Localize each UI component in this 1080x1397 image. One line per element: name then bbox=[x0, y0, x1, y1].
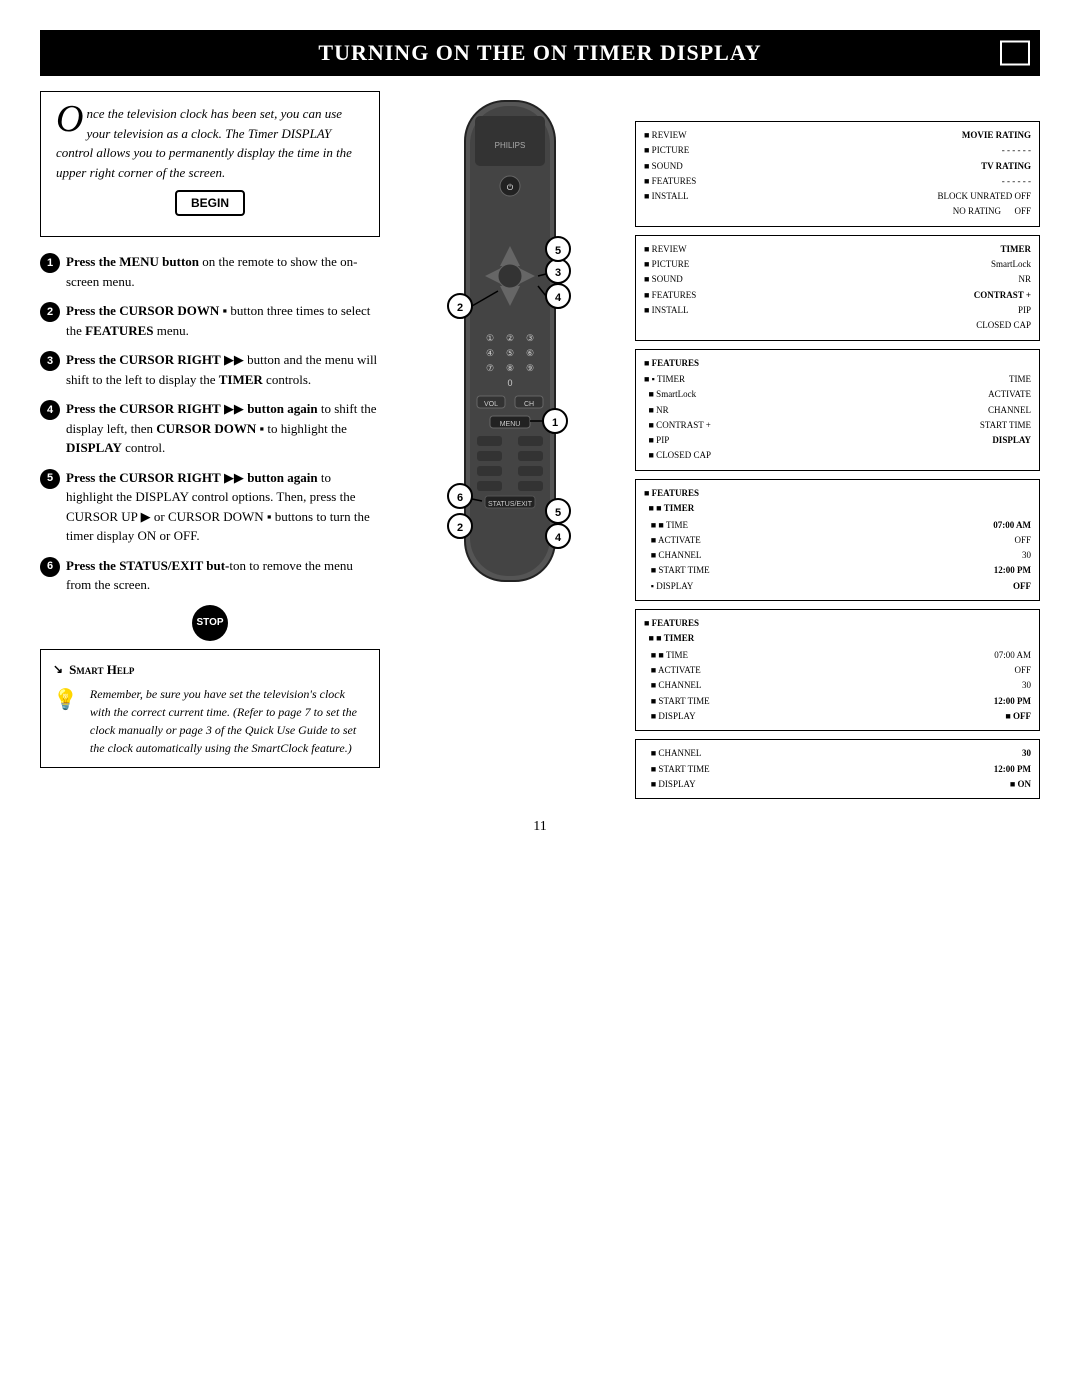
svg-text:0: 0 bbox=[507, 378, 512, 388]
svg-text:PHILIPS: PHILIPS bbox=[495, 141, 526, 150]
page: Turning On the On Timer Display O nce th… bbox=[0, 0, 1080, 1397]
drop-cap: O bbox=[56, 104, 83, 134]
remote-area: PHILIPS ⏻ ① ② bbox=[400, 91, 620, 799]
step-text-3: Press the CURSOR RIGHT ▶▶ button and the… bbox=[66, 350, 380, 389]
menu-screen-4: ■ FEATURES ■ ■ TIMER ■ ■ TIME07:00 AM ■ … bbox=[635, 479, 1040, 601]
step-text-4: Press the CURSOR RIGHT ▶▶ button again t… bbox=[66, 399, 380, 458]
menu-screen-6: ■ CHANNEL30 ■ START TIME12:00 PM ■ DISPL… bbox=[635, 739, 1040, 799]
svg-text:①: ① bbox=[486, 333, 494, 343]
step-1: 1 Press the MENU button on the remote to… bbox=[40, 252, 380, 291]
steps-area: 1 Press the MENU button on the remote to… bbox=[40, 252, 380, 641]
svg-text:⑥: ⑥ bbox=[526, 348, 534, 358]
step-4: 4 Press the CURSOR RIGHT ▶▶ button again… bbox=[40, 399, 380, 458]
svg-text:3: 3 bbox=[555, 267, 561, 279]
lightbulb-icon: 💡 bbox=[53, 685, 78, 715]
smart-help-title: ↘ Smart Help bbox=[53, 660, 367, 680]
step-text-6: Press the STATUS/EXIT but-ton to remove … bbox=[66, 556, 380, 595]
svg-text:5: 5 bbox=[555, 507, 561, 519]
menu-screen-2: ■ REVIEWTIMER ■ PICTURESmartLock ■ SOUND… bbox=[635, 235, 1040, 341]
smart-help-label: Smart Help bbox=[69, 660, 134, 680]
menu-screen-5: ■ FEATURES ■ ■ TIMER ■ ■ TIME07:00 AM ■ … bbox=[635, 609, 1040, 731]
svg-text:⑨: ⑨ bbox=[526, 363, 534, 373]
left-col: O nce the television clock has been set,… bbox=[40, 91, 380, 799]
svg-text:④: ④ bbox=[486, 348, 494, 358]
step-num-1: 1 bbox=[40, 253, 60, 273]
svg-text:1: 1 bbox=[552, 417, 558, 429]
arrow-icon: ↘ bbox=[53, 660, 63, 678]
intro-box: O nce the television clock has been set,… bbox=[40, 91, 380, 237]
step-text-1: Press the MENU button on the remote to s… bbox=[66, 252, 380, 291]
svg-text:⏻: ⏻ bbox=[507, 183, 514, 192]
right-area: PHILIPS ⏻ ① ② bbox=[400, 91, 1040, 799]
stop-badge: STOP bbox=[192, 605, 228, 641]
intro-text: nce the television clock has been set, y… bbox=[56, 106, 352, 180]
svg-text:③: ③ bbox=[526, 333, 534, 343]
menu-screen-1: ■ REVIEWMOVIE RATING ■ PICTURE- - - - - … bbox=[635, 121, 1040, 227]
svg-text:2: 2 bbox=[457, 302, 463, 314]
svg-text:6: 6 bbox=[457, 492, 463, 504]
smart-help-box: ↘ Smart Help 💡 Remember, be sure you hav… bbox=[40, 649, 380, 769]
svg-text:②: ② bbox=[506, 333, 514, 343]
svg-text:4: 4 bbox=[555, 532, 562, 544]
main-content: O nce the television clock has been set,… bbox=[40, 91, 1040, 799]
screens-area: ■ REVIEWMOVIE RATING ■ PICTURE- - - - - … bbox=[635, 91, 1040, 799]
corner-box bbox=[1000, 41, 1030, 66]
svg-text:2: 2 bbox=[457, 522, 463, 534]
step-2: 2 Press the CURSOR DOWN ▪ button three t… bbox=[40, 301, 380, 340]
title-bar: Turning On the On Timer Display bbox=[40, 30, 1040, 76]
svg-text:CH: CH bbox=[524, 401, 534, 408]
step-6: 6 Press the STATUS/EXIT but-ton to remov… bbox=[40, 556, 380, 595]
page-title: Turning On the On Timer Display bbox=[318, 40, 761, 65]
step-5: 5 Press the CURSOR RIGHT ▶▶ button again… bbox=[40, 468, 380, 546]
step-num-3: 3 bbox=[40, 351, 60, 371]
step-num-6: 6 bbox=[40, 557, 60, 577]
svg-text:5: 5 bbox=[555, 245, 561, 257]
svg-text:4: 4 bbox=[555, 292, 562, 304]
svg-text:⑦: ⑦ bbox=[486, 363, 494, 373]
step-text-5: Press the CURSOR RIGHT ▶▶ button again t… bbox=[66, 468, 380, 546]
svg-text:⑧: ⑧ bbox=[506, 363, 514, 373]
page-number: 11 bbox=[40, 819, 1040, 835]
step-text-2: Press the CURSOR DOWN ▪ button three tim… bbox=[66, 301, 380, 340]
step-num-2: 2 bbox=[40, 302, 60, 322]
smart-help-text: Remember, be sure you have set the telev… bbox=[90, 685, 367, 757]
svg-text:VOL: VOL bbox=[484, 401, 498, 408]
svg-text:MENU: MENU bbox=[500, 421, 521, 428]
begin-badge: BEGIN bbox=[175, 190, 245, 216]
menu-screen-3: ■ FEATURES ■ ▪ TIMERTIME ■ SmartLockACTI… bbox=[635, 349, 1040, 471]
svg-text:STATUS/EXIT: STATUS/EXIT bbox=[488, 501, 533, 508]
svg-text:⑤: ⑤ bbox=[506, 348, 514, 358]
step-num-4: 4 bbox=[40, 400, 60, 420]
step-3: 3 Press the CURSOR RIGHT ▶▶ button and t… bbox=[40, 350, 380, 389]
remote-svg: PHILIPS ⏻ ① ② bbox=[410, 91, 610, 791]
step-num-5: 5 bbox=[40, 469, 60, 489]
